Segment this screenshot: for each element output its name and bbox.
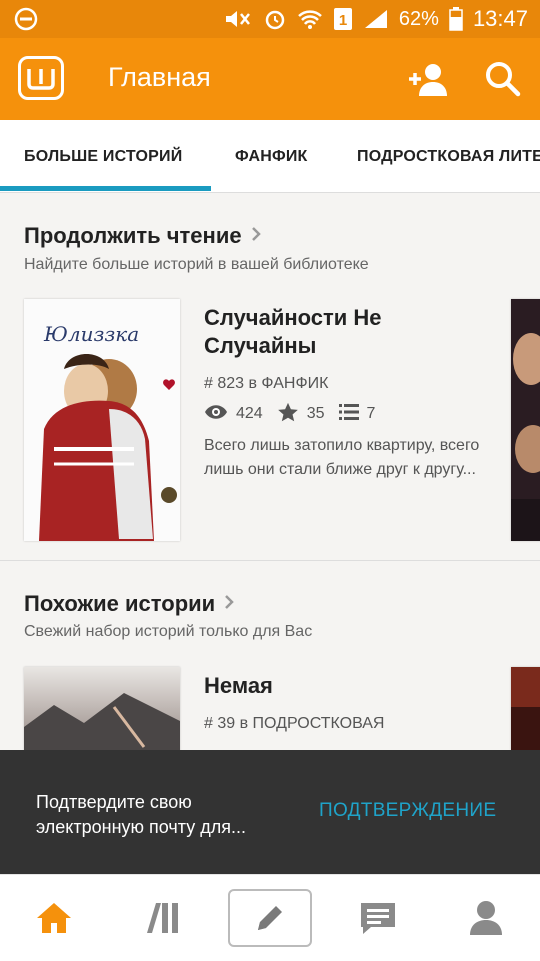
signal-icon xyxy=(363,8,389,30)
snackbar-message: Подтвердите свою электронную почту для..… xyxy=(36,792,246,837)
similar-story-cover-next[interactable] xyxy=(511,667,540,757)
battery-percent: 62% xyxy=(398,7,439,30)
search-icon[interactable] xyxy=(482,58,524,100)
tab-teen-fiction[interactable]: ПОДРОСТКОВАЯ ЛИТЕРАТУРА xyxy=(357,120,540,192)
bottom-navigation xyxy=(0,874,540,961)
continue-reading-header[interactable]: Продолжить чтение xyxy=(24,223,262,249)
continue-reading-title: Продолжить чтение xyxy=(24,223,242,248)
tab-fanfic[interactable]: ФАНФИК xyxy=(235,120,308,192)
alarm-icon xyxy=(263,7,287,31)
similar-stories-title: Похожие истории xyxy=(24,591,216,616)
status-bar: 1 62% 13:47 xyxy=(0,0,540,38)
cover-title: Юлиззка xyxy=(43,322,139,346)
story-rank: # 823 в ФАНФИК xyxy=(204,375,329,392)
eye-icon xyxy=(204,404,228,425)
wattpad-logo-icon[interactable] xyxy=(18,56,64,100)
profile-icon[interactable] xyxy=(446,875,526,961)
minus-circle-icon xyxy=(14,7,38,31)
chevron-right-icon xyxy=(223,591,235,617)
svg-text:1: 1 xyxy=(339,12,347,29)
list-icon xyxy=(338,403,359,426)
wifi-icon xyxy=(297,8,323,30)
read-count: 424 xyxy=(236,405,263,422)
category-tabs: БОЛЬШЕ ИСТОРИЙ ФАНФИК ПОДРОСТКОВАЯ ЛИТЕР… xyxy=(0,120,540,193)
vote-count: 35 xyxy=(306,405,325,422)
sim-icon: 1 xyxy=(333,7,353,31)
star-icon xyxy=(277,402,299,427)
page-title: Главная xyxy=(108,62,211,92)
mute-icon xyxy=(223,8,253,30)
clock: 13:47 xyxy=(472,6,528,31)
similar-story-title[interactable]: Немая xyxy=(204,672,273,700)
library-icon[interactable] xyxy=(122,875,202,961)
confirm-email-button[interactable]: ПОДТВЕРЖДЕНИЕ xyxy=(319,800,496,822)
messages-icon[interactable] xyxy=(338,875,418,961)
similar-stories-header[interactable]: Похожие истории xyxy=(24,591,235,617)
story-cover-next[interactable] xyxy=(511,299,540,541)
story-description: Всего лишь затопило квартиру, всего лишь… xyxy=(204,437,480,478)
section-divider xyxy=(0,560,540,561)
similar-story-rank: # 39 в ПОДРОСТКОВАЯ xyxy=(204,715,385,732)
story-title[interactable]: Случайности Не Случайны xyxy=(204,304,484,360)
continue-reading-subtitle: Найдите больше историй в вашей библиотек… xyxy=(24,256,369,273)
active-tab-indicator xyxy=(0,186,211,191)
story-stats: 424 35 7 xyxy=(204,402,389,426)
similar-story-cover[interactable] xyxy=(24,667,180,757)
part-count: 7 xyxy=(366,405,376,422)
battery-icon xyxy=(449,7,463,31)
write-icon[interactable] xyxy=(228,889,312,947)
story-cover[interactable]: Юлиззка xyxy=(24,299,180,541)
chevron-right-icon xyxy=(250,223,262,249)
home-icon[interactable] xyxy=(14,875,94,961)
app-bar: Главная xyxy=(0,38,540,120)
similar-stories-subtitle: Свежий набор историй только для Вас xyxy=(24,623,313,640)
tab-more-stories[interactable]: БОЛЬШЕ ИСТОРИЙ xyxy=(24,120,182,192)
add-user-icon[interactable] xyxy=(407,60,451,98)
